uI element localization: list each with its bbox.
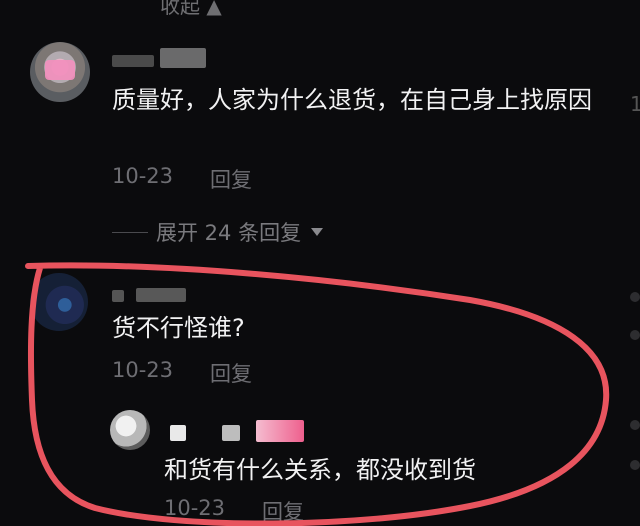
comment-date: 10-23 xyxy=(112,358,174,382)
edge-dot xyxy=(630,460,640,470)
username-redacted xyxy=(256,420,304,442)
expand-replies-button[interactable]: 展开 24 条回复 xyxy=(112,217,324,247)
collapse-link[interactable]: 收起 ▲ xyxy=(160,0,222,19)
reply-button[interactable]: 回复 xyxy=(262,496,304,526)
avatar[interactable] xyxy=(30,273,88,331)
chevron-up-icon: ▲ xyxy=(206,0,222,18)
expand-replies-label: 展开 24 条回复 xyxy=(156,221,302,245)
edge-digit: 1 xyxy=(630,92,640,116)
username-redacted xyxy=(112,290,124,302)
comment-date: 10-23 xyxy=(112,164,174,188)
avatar[interactable] xyxy=(110,410,150,450)
collapse-label: 收起 xyxy=(160,0,200,18)
username-redacted xyxy=(170,425,186,441)
avatar-blur xyxy=(45,60,75,80)
comment-text: 质量好，人家为什么退货，在自己身上找原因 xyxy=(112,86,592,114)
reply-button[interactable]: 回复 xyxy=(210,358,252,388)
username-redacted xyxy=(112,55,154,67)
username-redacted xyxy=(160,48,206,68)
edge-dot xyxy=(630,292,640,302)
avatar[interactable] xyxy=(30,42,90,102)
divider-line xyxy=(112,231,148,233)
reply-text: 和货有什么关系，都没收到货 xyxy=(164,456,476,484)
comment-text: 货不行怪谁? xyxy=(112,314,245,342)
username-redacted xyxy=(136,288,186,302)
red-annotation-circle xyxy=(25,262,610,526)
username-redacted xyxy=(222,425,240,441)
edge-dot xyxy=(630,330,640,340)
caret-down-icon xyxy=(311,228,324,236)
edge-dot xyxy=(630,420,640,430)
reply-button[interactable]: 回复 xyxy=(210,164,252,194)
reply-date: 10-23 xyxy=(164,496,226,520)
